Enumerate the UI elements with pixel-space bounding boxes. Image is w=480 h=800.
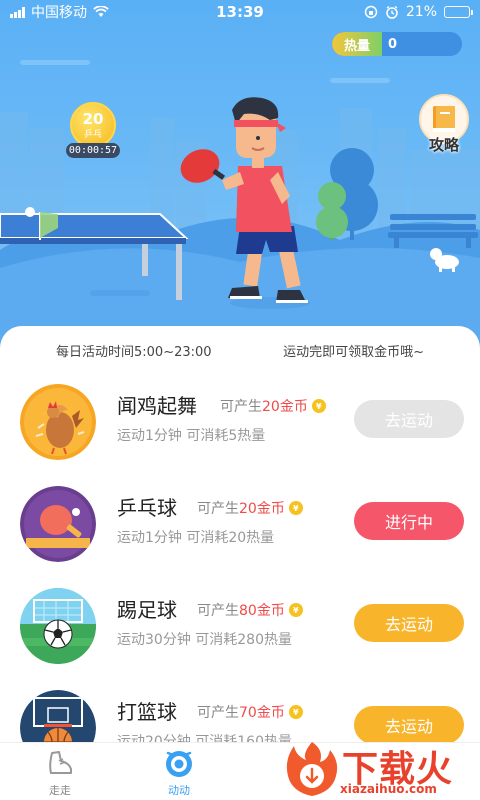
- watermark: 下载火 xiazaihuo.com: [282, 738, 480, 800]
- strategy-label: 攻略: [428, 136, 459, 154]
- activity-name: 打篮球: [117, 700, 177, 724]
- activity-icon: [164, 749, 194, 779]
- tab-label: 走走: [49, 784, 71, 797]
- rooster-icon: [20, 384, 96, 460]
- coin-icon: ¥: [288, 705, 303, 719]
- coin-reward-icon[interactable]: 20 乒乓: [70, 102, 116, 148]
- activity-name: 踢足球: [117, 598, 177, 622]
- calories-indicator: 热量 0: [332, 32, 462, 56]
- reward-text: 可产生 80金币 ¥: [197, 600, 303, 620]
- reward-amount: 70金币: [239, 705, 285, 721]
- list-item[interactable]: 打篮球 可产生 70金币 ¥ 运动20分钟 可消耗160热量 去运动: [0, 680, 480, 742]
- reward-text: 可产生 20金币 ¥: [220, 396, 326, 416]
- clock: 13:39: [216, 3, 264, 21]
- reward-prefix: 可产生: [197, 501, 239, 517]
- activity-hours: 每日活动时间5:00~23:00: [56, 345, 212, 360]
- list-item[interactable]: 闻鸡起舞 可产生 20金币 ¥ 运动1分钟 可消耗5热量 去运动: [0, 374, 480, 474]
- watermark-url: xiazaihuo.com: [340, 782, 437, 796]
- reward-amount: 20金币: [262, 399, 308, 415]
- reward-prefix: 可产生: [197, 603, 239, 619]
- reward-amount: 20金币: [239, 501, 285, 517]
- coin-icon: ¥: [288, 603, 303, 617]
- flame-logo-icon: [286, 742, 338, 796]
- activity-info-row: 每日活动时间5:00~23:00 运动完即可领取金币哦~: [0, 326, 480, 360]
- soccer-ball-icon: [20, 588, 96, 664]
- tab-activity[interactable]: 动动: [139, 749, 219, 798]
- list-item[interactable]: 踢足球 可产生 80金币 ¥ 运动30分钟 可消耗280热量 去运动: [0, 578, 480, 678]
- calories-value: 0: [388, 36, 398, 52]
- shoe-icon: [45, 749, 75, 779]
- reward-prefix: 可产生: [220, 399, 262, 415]
- coin-label: 乒乓: [83, 130, 102, 140]
- activity-timer: 00:00:57: [66, 143, 120, 158]
- go-exercise-button[interactable]: 去运动: [354, 604, 464, 642]
- hero-banner: 中国移动 13:39 21% 热量 0 20 乒乓 00:00:57 攻略: [0, 0, 480, 350]
- tab-walk[interactable]: 走走: [20, 749, 100, 798]
- list-item[interactable]: 乒乓球 可产生 20金币 ¥ 运动1分钟 可消耗20热量 进行中: [0, 476, 480, 576]
- status-bar: 中国移动 13:39 21%: [0, 0, 480, 24]
- reward-amount: 80金币: [239, 603, 285, 619]
- reward-hint: 运动完即可领取金币哦~: [283, 345, 424, 360]
- coin-amount: 20: [82, 110, 104, 128]
- go-exercise-button[interactable]: 去运动: [354, 706, 464, 742]
- activity-name: 闻鸡起舞: [117, 394, 197, 418]
- activity-description: 运动1分钟 可消耗20热量: [117, 530, 275, 546]
- basketball-icon: [20, 690, 96, 742]
- ping-pong-icon: [20, 486, 96, 562]
- coin-icon: ¥: [311, 399, 326, 413]
- activity-description: 运动30分钟 可消耗280热量: [117, 632, 292, 648]
- tab-label: 动动: [168, 784, 190, 797]
- activity-description: 运动1分钟 可消耗5热量: [117, 428, 266, 444]
- activity-card: 每日活动时间5:00~23:00 运动完即可领取金币哦~ 闻鸡起舞 可产生 20…: [0, 326, 480, 742]
- coin-icon: ¥: [288, 501, 303, 515]
- go-exercise-button[interactable]: 去运动: [354, 400, 464, 438]
- strategy-button[interactable]: 攻略: [418, 94, 470, 155]
- battery-icon: [444, 6, 473, 18]
- in-progress-button[interactable]: 进行中: [354, 502, 464, 540]
- reward-prefix: 可产生: [197, 705, 239, 721]
- reward-text: 可产生 20金币 ¥: [197, 498, 303, 518]
- reward-text: 可产生 70金币 ¥: [197, 702, 303, 722]
- activity-description: 运动20分钟 可消耗160热量: [117, 734, 292, 742]
- activity-name: 乒乓球: [117, 496, 177, 520]
- calories-label: 热量: [332, 32, 382, 56]
